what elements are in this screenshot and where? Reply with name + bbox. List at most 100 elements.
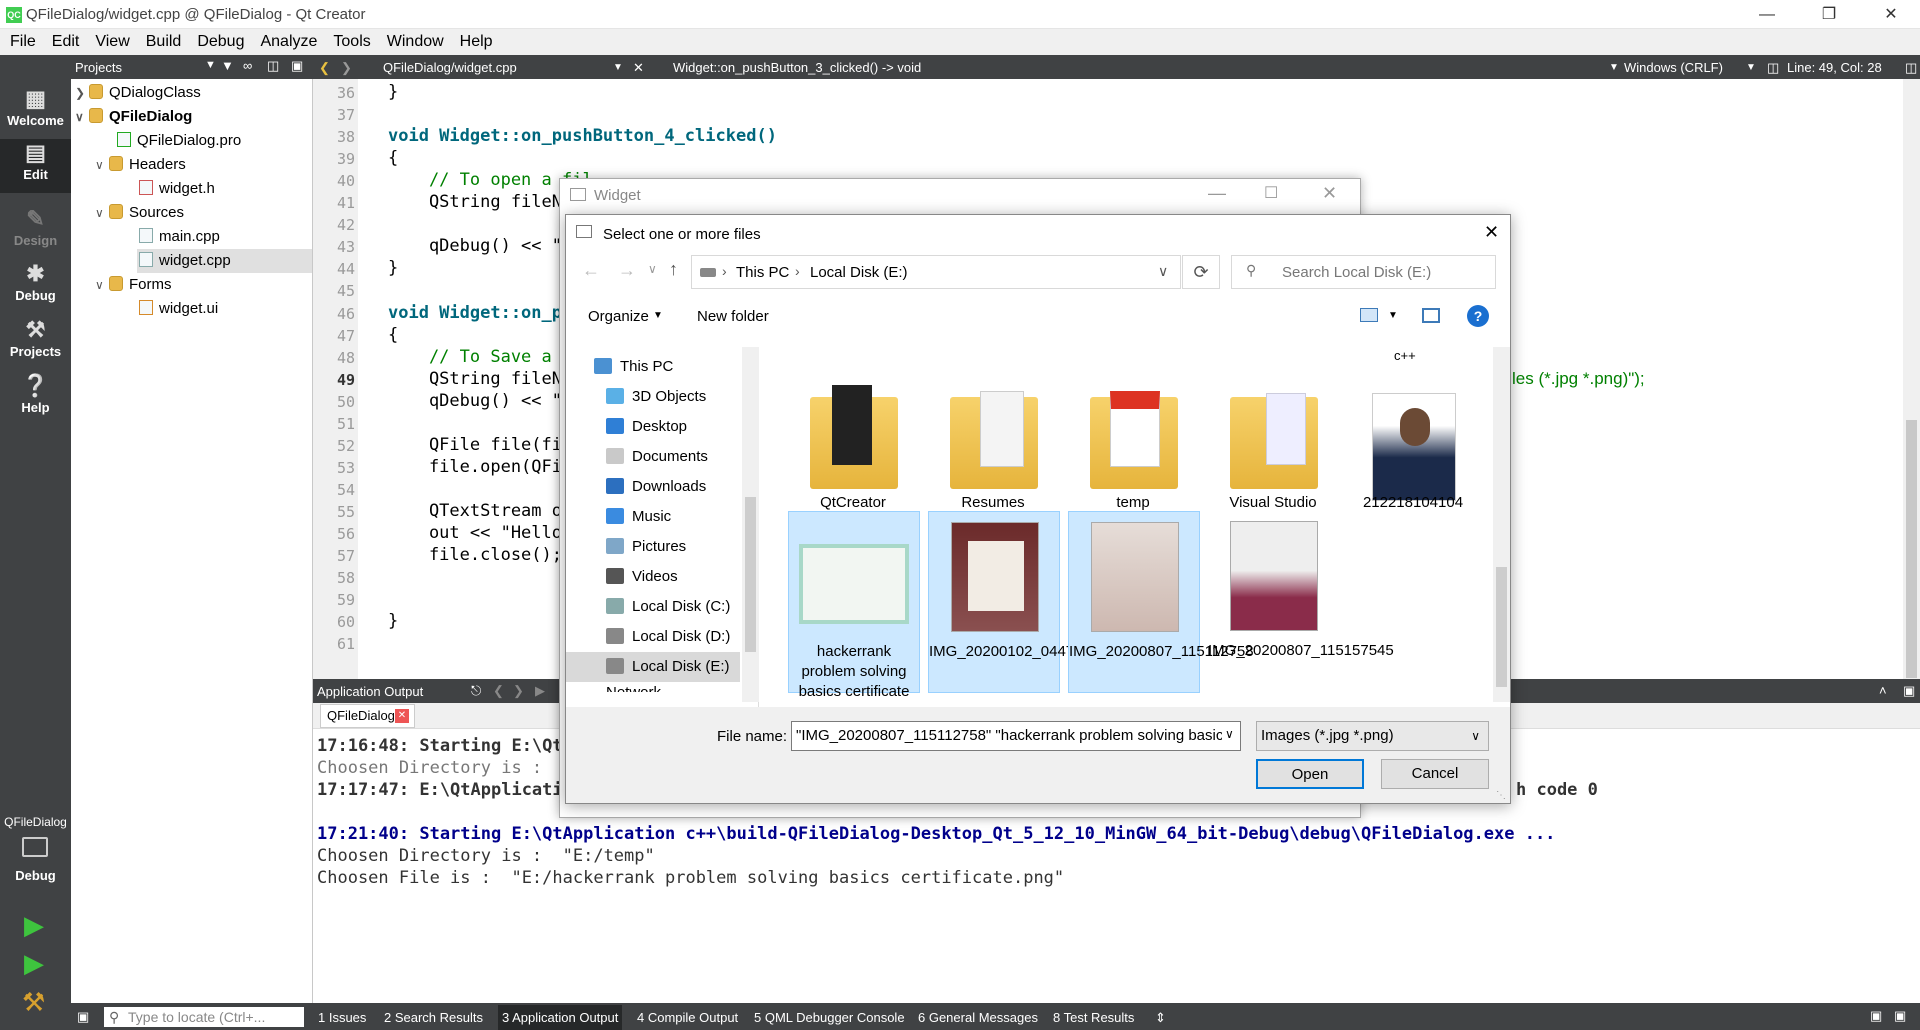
menu-build[interactable]: Build xyxy=(136,29,188,51)
close-window-button[interactable]: ✕ xyxy=(1862,0,1920,29)
minimize-icon[interactable]: — xyxy=(1208,183,1226,204)
link-icon[interactable]: ∞ xyxy=(243,58,252,73)
prev-icon[interactable]: ❮ xyxy=(493,683,504,699)
menu-debug[interactable]: Debug xyxy=(187,29,250,51)
nav-network[interactable]: Network xyxy=(606,682,661,692)
run-icon[interactable]: ▶ xyxy=(24,910,44,941)
resize-grip-icon[interactable]: ⋱ xyxy=(1496,790,1506,801)
tree-item-qfiledialog[interactable]: ∨ QFileDialog xyxy=(75,105,192,129)
close-icon[interactable]: ✕ xyxy=(1322,183,1337,204)
view-options-icon[interactable] xyxy=(1360,308,1378,322)
close-output-icon[interactable]: ▣ xyxy=(1903,683,1915,699)
status-tab-issues[interactable]: 1 Issues xyxy=(318,1010,366,1025)
close-document-icon[interactable]: ✕ xyxy=(633,60,644,76)
status-tab-compile-output[interactable]: 4 Compile Output xyxy=(637,1010,738,1025)
chevron-down-icon[interactable]: ∨ xyxy=(1158,263,1168,280)
toggle-sidebar-icon[interactable]: ▣ xyxy=(77,1009,89,1025)
organize-menu[interactable]: Organize xyxy=(588,308,649,325)
attach-icon[interactable]: ⎋ xyxy=(471,683,481,699)
search-box[interactable]: ⚲ Search Local Disk (E:) xyxy=(1231,255,1496,289)
refresh-button[interactable]: ⟳ xyxy=(1182,255,1220,289)
cursor-position[interactable]: Line: 49, Col: 28 xyxy=(1787,60,1882,75)
nav-music[interactable]: Music xyxy=(606,502,671,532)
menu-analyze[interactable]: Analyze xyxy=(250,29,323,51)
file-tile-212218104104[interactable]: 212218104104 xyxy=(1348,367,1480,549)
nav-scrollbar-thumb[interactable] xyxy=(745,497,756,652)
chevron-down-icon[interactable]: ∨ xyxy=(95,201,109,225)
nav-downloads[interactable]: Downloads xyxy=(606,472,706,502)
monitor-icon[interactable] xyxy=(22,837,48,857)
file-name-input[interactable]: "IMG_20200807_115112758" "hackerrank pro… xyxy=(791,721,1241,751)
tree-item-forms[interactable]: ∨ Forms xyxy=(95,273,172,297)
chevron-down-icon[interactable]: ∨ xyxy=(1222,727,1234,741)
mode-welcome[interactable]: ▦ Welcome xyxy=(0,85,71,139)
debug-run-icon[interactable]: ▶ xyxy=(24,948,44,979)
nav-documents[interactable]: Documents xyxy=(606,442,708,472)
dialog-close-icon[interactable]: ✕ xyxy=(1484,222,1499,243)
menu-file[interactable]: File xyxy=(0,29,42,51)
file-type-select[interactable]: Images (*.jpg *.png) ∨ xyxy=(1256,721,1489,751)
new-folder-button[interactable]: New folder xyxy=(697,308,769,325)
projects-selector[interactable]: Projects xyxy=(75,60,122,75)
status-tab-qml-debugger[interactable]: 5 QML Debugger Console xyxy=(754,1010,905,1025)
close-tab-icon[interactable]: ✕ xyxy=(395,709,409,723)
symbol-selector[interactable]: Widget::on_pushButton_3_clicked() -> voi… xyxy=(673,60,921,75)
address-bar[interactable]: › This PC › Local Disk (E:) ∨ xyxy=(691,255,1181,289)
build-hammer-icon[interactable]: ⚒ xyxy=(22,987,45,1018)
scrollbar-thumb[interactable] xyxy=(1906,420,1917,678)
mode-projects[interactable]: ⚒ Projects xyxy=(0,316,71,370)
chevron-right-icon[interactable]: ❯ xyxy=(75,81,89,105)
chevron-down-icon[interactable]: ▼ xyxy=(1388,310,1398,321)
file-tile-img-20200807-115157545[interactable]: IMG_20200807_115157545 xyxy=(1208,511,1394,693)
maximize-output-icon[interactable]: ˄ xyxy=(1879,683,1887,698)
open-file-selector[interactable]: QFileDialog/widget.cpp xyxy=(383,60,517,75)
forward-arrow-icon[interactable]: ❯ xyxy=(341,60,352,76)
mode-design[interactable]: ✎ Design xyxy=(0,205,71,259)
chevron-down-icon[interactable]: ∨ xyxy=(75,105,89,129)
nav-desktop[interactable]: Desktop xyxy=(606,412,687,442)
chevron-down-icon[interactable]: ▼ xyxy=(653,310,663,321)
filter-icon[interactable]: ▼ xyxy=(221,58,234,73)
locator-input[interactable]: ⚲ Type to locate (Ctrl+... xyxy=(104,1007,304,1027)
restore-button[interactable]: ❐ xyxy=(1800,0,1858,29)
breadcrumb-this-pc[interactable]: This PC xyxy=(736,264,789,281)
chevron-down-icon[interactable]: ∨ xyxy=(95,273,109,297)
tree-item-widget-h[interactable]: widget.h xyxy=(139,177,215,201)
back-arrow-icon[interactable]: ← xyxy=(582,260,600,281)
tree-item-widget-ui[interactable]: widget.ui xyxy=(139,297,218,321)
chevron-down-icon[interactable]: ▼ xyxy=(613,62,623,73)
up-down-arrow-icon[interactable]: ⇕ xyxy=(1155,1010,1166,1026)
close-progress-icon[interactable]: ▣ xyxy=(1894,1008,1906,1024)
menu-window[interactable]: Window xyxy=(377,29,450,51)
back-arrow-icon[interactable]: ❮ xyxy=(319,60,330,76)
close-panel-icon[interactable]: ▣ xyxy=(291,58,303,74)
preview-pane-icon[interactable] xyxy=(1422,308,1440,323)
tree-item-sources[interactable]: ∨ Sources xyxy=(95,201,184,225)
file-tile-img-20200807-115112758[interactable]: IMG_20200807_115112758 xyxy=(1068,511,1254,693)
progress-icon[interactable]: ▣ xyxy=(1870,1008,1882,1024)
nav-local-disk-e[interactable]: Local Disk (E:) xyxy=(566,652,740,682)
tree-item-main-cpp[interactable]: main.cpp xyxy=(139,225,220,249)
nav-3d-objects[interactable]: 3D Objects xyxy=(606,382,706,412)
tree-item-qfiledialog-pro[interactable]: QFileDialog.pro xyxy=(117,129,241,153)
menu-view[interactable]: View xyxy=(85,29,135,51)
tree-item-headers[interactable]: ∨ Headers xyxy=(95,153,186,177)
minimize-button[interactable]: — xyxy=(1738,0,1796,29)
nav-local-disk-d[interactable]: Local Disk (D:) xyxy=(606,622,730,652)
split-editor-icon[interactable]: ◫ xyxy=(1767,60,1779,76)
output-tab[interactable]: QFileDialog ✕ xyxy=(320,704,415,728)
nav-local-disk-c[interactable]: Local Disk (C:) xyxy=(606,592,730,622)
mode-help[interactable]: ❔ Help xyxy=(0,372,71,426)
tree-item-widget-cpp[interactable]: widget.cpp xyxy=(137,249,312,273)
menu-tools[interactable]: Tools xyxy=(323,29,376,51)
forward-arrow-icon[interactable]: → xyxy=(618,260,636,281)
status-tab-general-messages[interactable]: 6 General Messages xyxy=(918,1010,1038,1025)
status-tab-test-results[interactable]: 8 Test Results xyxy=(1053,1010,1134,1025)
line-endings-selector[interactable]: Windows (CRLF) xyxy=(1624,60,1723,75)
split-view-icon[interactable]: ◫ xyxy=(1905,60,1917,76)
chevron-down-icon[interactable]: ▼ xyxy=(205,59,216,71)
help-icon[interactable]: ? xyxy=(1467,305,1489,327)
cancel-button[interactable]: Cancel xyxy=(1381,759,1489,789)
nav-videos[interactable]: Videos xyxy=(606,562,678,592)
status-tab-search-results[interactable]: 2 Search Results xyxy=(384,1010,483,1025)
